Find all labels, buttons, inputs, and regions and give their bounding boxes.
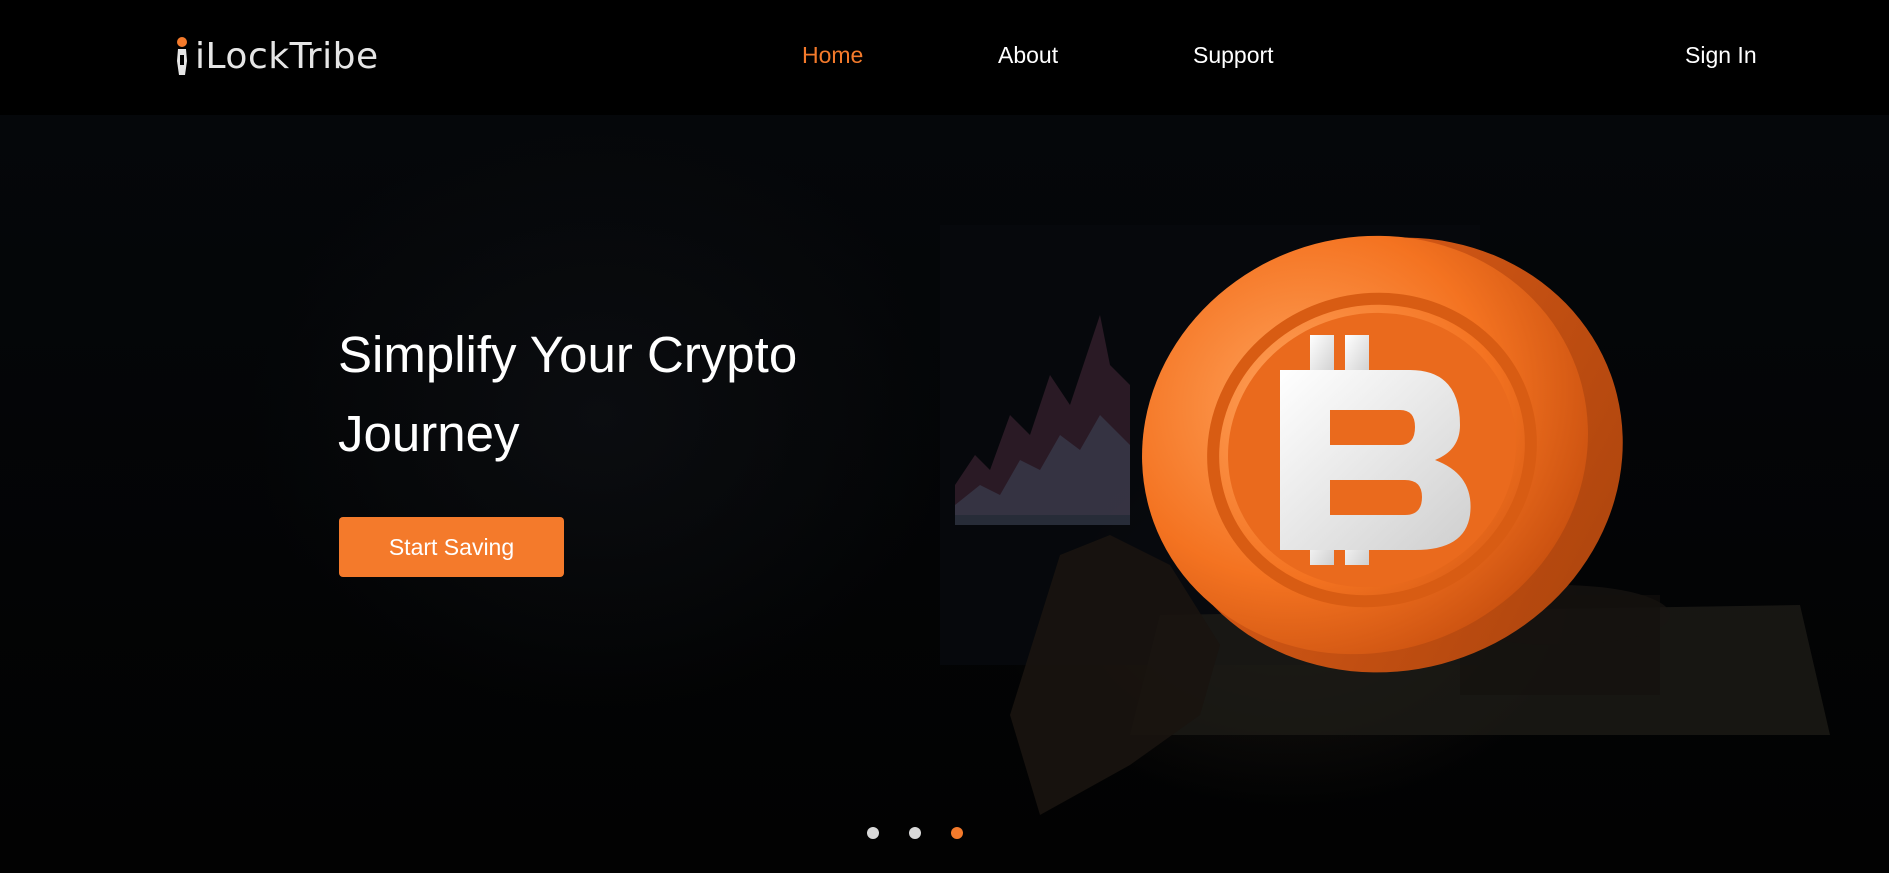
hero-section: Simplify Your Crypto Journey Start Savin… — [0, 115, 1889, 873]
hero-title: Simplify Your Crypto Journey — [338, 326, 798, 462]
bitcoin-coin-icon — [1142, 235, 1623, 673]
nav-link-about[interactable]: About — [998, 40, 1058, 70]
carousel-dot-active[interactable] — [951, 827, 963, 839]
sign-in-link[interactable]: Sign In — [1685, 40, 1757, 70]
carousel-dot[interactable] — [909, 827, 921, 839]
logo-text: iLockTribe — [195, 36, 379, 77]
nav-link-support[interactable]: Support — [1193, 40, 1274, 70]
top-navbar: iLockTribe Home About Support Sign In — [0, 0, 1889, 115]
nav-link-home[interactable]: Home — [802, 40, 863, 70]
logo[interactable]: iLockTribe — [174, 32, 379, 82]
carousel-dot[interactable] — [867, 827, 879, 839]
logo-mark-icon — [177, 37, 187, 75]
start-saving-button[interactable]: Start Saving — [339, 517, 564, 577]
